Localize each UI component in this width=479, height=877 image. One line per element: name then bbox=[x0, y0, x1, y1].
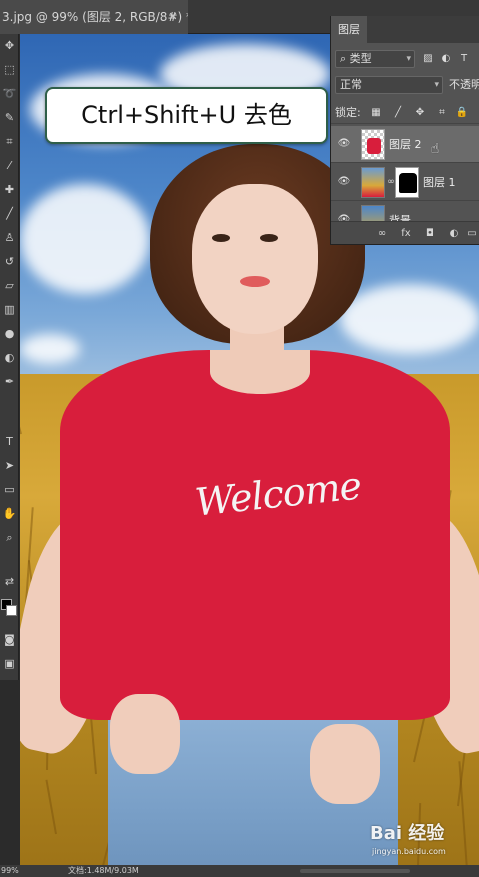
lips bbox=[240, 276, 270, 287]
opacity-label: 不透明 bbox=[449, 78, 479, 91]
photoshop-window: 3.jpg @ 99% (图层 2, RGB/8#) * ✕ ✥ ⬚ ➰ ✎ ⌗… bbox=[0, 0, 479, 877]
zoom-icon[interactable]: ⌕ bbox=[2, 530, 17, 545]
new-group-icon[interactable]: ▭ bbox=[465, 227, 479, 241]
zoom-level[interactable]: 99% bbox=[1, 865, 19, 877]
neckline bbox=[210, 350, 310, 394]
layer-thumbnail bbox=[361, 129, 385, 160]
layers-panel: 图层 ⌕ 类型 ▾ ▨ ◐ T 正常 ▾ 不透明 锁定: ▦ ╱ ✥ ⌗ 🔒 👁… bbox=[330, 16, 479, 245]
rectangle-icon[interactable]: ▭ bbox=[2, 482, 17, 497]
eye-icon[interactable]: 👁 bbox=[337, 138, 351, 150]
lock-position-icon[interactable]: ✥ bbox=[413, 106, 427, 120]
screen-mode-icon[interactable]: ▣ bbox=[2, 656, 17, 671]
cloud bbox=[20, 334, 80, 364]
chain-link-icon[interactable]: ∞ bbox=[387, 176, 395, 188]
adjustment-layer-icon[interactable]: ◐ bbox=[447, 227, 461, 241]
document-info: 文档:1.48M/9.03M bbox=[68, 866, 139, 875]
quick-select-icon[interactable]: ✎ bbox=[2, 110, 17, 125]
face bbox=[192, 184, 318, 334]
blend-mode-value: 正常 bbox=[340, 78, 362, 91]
layer-filter-row: ⌕ 类型 ▾ ▨ ◐ T bbox=[331, 48, 479, 70]
cloud bbox=[20, 184, 150, 294]
eraser-icon[interactable]: ▱ bbox=[2, 278, 17, 293]
layers-tab[interactable]: 图层 bbox=[331, 16, 367, 43]
blend-mode-select[interactable]: 正常 ▾ bbox=[335, 76, 443, 94]
dodge-icon[interactable]: ◐ bbox=[2, 350, 17, 365]
gradient-icon[interactable]: ▥ bbox=[2, 302, 17, 317]
lock-label: 锁定: bbox=[335, 106, 361, 119]
lock-all-icon[interactable]: 🔒 bbox=[455, 106, 469, 120]
document-tab[interactable]: 3.jpg @ 99% (图层 2, RGB/8#) * ✕ bbox=[0, 0, 188, 34]
layer-name: 图层 1 bbox=[423, 176, 456, 189]
close-tab-icon[interactable]: ✕ bbox=[164, 0, 182, 34]
history-brush-icon[interactable]: ↺ bbox=[2, 254, 17, 269]
eye bbox=[260, 234, 278, 242]
wheat-stalk bbox=[45, 779, 57, 835]
lock-transparency-icon[interactable]: ▦ bbox=[369, 106, 383, 120]
layer-thumbnail bbox=[361, 167, 385, 198]
quick-mask-icon[interactable]: ◙ bbox=[2, 632, 17, 647]
document-tab-title: 3.jpg @ 99% (图层 2, RGB/8#) * bbox=[2, 10, 188, 24]
layer-row-layer-2[interactable]: 👁 图层 2 ☝ bbox=[331, 126, 479, 163]
path-select-icon[interactable]: ➤ bbox=[2, 458, 17, 473]
right-hand bbox=[310, 724, 380, 804]
eyedropper-icon[interactable]: ⁄ bbox=[2, 158, 17, 173]
blur-icon[interactable]: ● bbox=[2, 326, 17, 341]
red-tshirt bbox=[60, 350, 450, 720]
type-icon[interactable]: T bbox=[2, 434, 17, 449]
lasso-icon[interactable]: ➰ bbox=[2, 86, 17, 101]
layer-row-layer-1[interactable]: 👁 ∞ 图层 1 bbox=[331, 164, 479, 201]
chevron-down-icon: ▾ bbox=[406, 54, 411, 64]
layers-panel-footer: ∞ fx ◘ ◐ ▭ bbox=[331, 221, 479, 244]
crop-icon[interactable]: ⌗ bbox=[2, 134, 17, 149]
blend-mode-row: 正常 ▾ 不透明 bbox=[331, 74, 479, 96]
pen-icon[interactable]: ✒ bbox=[2, 374, 17, 389]
tools-panel: ✥ ⬚ ➰ ✎ ⌗ ⁄ ✚ ╱ ♙ ↺ ▱ ▥ ● ◐ ✒ T ➤ ▭ ✋ ⌕ … bbox=[0, 34, 19, 680]
baidu-jingyan-watermark: Bai 经验 jingyan.baidu.com bbox=[370, 822, 474, 864]
layer-filter-select[interactable]: ⌕ 类型 ▾ bbox=[335, 50, 415, 68]
search-icon: ⌕ bbox=[340, 52, 350, 65]
filter-pixel-icon[interactable]: ▨ bbox=[421, 52, 435, 66]
lock-row: 锁定: ▦ ╱ ✥ ⌗ 🔒 bbox=[331, 102, 479, 124]
clone-stamp-icon[interactable]: ♙ bbox=[2, 230, 17, 245]
eye-icon[interactable]: 👁 bbox=[337, 176, 351, 188]
layer-mask-thumbnail[interactable] bbox=[395, 167, 419, 198]
left-hand bbox=[110, 694, 180, 774]
layer-name: 图层 2 bbox=[389, 138, 422, 151]
link-layers-icon[interactable]: ∞ bbox=[375, 227, 389, 241]
wheat-stalk bbox=[20, 395, 22, 435]
add-mask-icon[interactable]: ◘ bbox=[423, 227, 437, 241]
mask-shape bbox=[399, 173, 417, 193]
horizontal-scrollbar[interactable] bbox=[300, 869, 410, 873]
hand-cursor-icon: ☝ bbox=[430, 141, 440, 157]
filter-adjustment-icon[interactable]: ◐ bbox=[439, 52, 453, 66]
shirt-thumbnail bbox=[367, 138, 381, 154]
swap-colors-icon[interactable]: ⇄ bbox=[2, 574, 17, 589]
lock-brush-icon[interactable]: ╱ bbox=[391, 106, 405, 120]
chevron-down-icon: ▾ bbox=[434, 80, 439, 90]
eye bbox=[212, 234, 230, 242]
cloud bbox=[340, 284, 479, 354]
marquee-icon[interactable]: ⬚ bbox=[2, 62, 17, 77]
fx-icon[interactable]: fx bbox=[399, 227, 413, 241]
watermark-url: jingyan.baidu.com bbox=[372, 847, 446, 856]
status-bar: 99% 文档:1.48M/9.03M bbox=[0, 865, 479, 877]
hand-icon[interactable]: ✋ bbox=[2, 506, 17, 521]
watermark-brand: Bai 经验 bbox=[370, 823, 445, 844]
move-icon[interactable]: ✥ bbox=[2, 38, 17, 53]
healing-brush-icon[interactable]: ✚ bbox=[2, 182, 17, 197]
shortcut-callout: Ctrl+Shift+U 去色 bbox=[45, 87, 328, 144]
layers-panel-tabbar: 图层 bbox=[331, 16, 479, 43]
brush-icon[interactable]: ╱ bbox=[2, 206, 17, 221]
filter-type-value: 类型 bbox=[349, 52, 372, 65]
filter-type-icon[interactable]: T bbox=[457, 52, 471, 66]
background-color-swatch[interactable] bbox=[6, 605, 17, 616]
lock-artboard-icon[interactable]: ⌗ bbox=[435, 106, 449, 120]
